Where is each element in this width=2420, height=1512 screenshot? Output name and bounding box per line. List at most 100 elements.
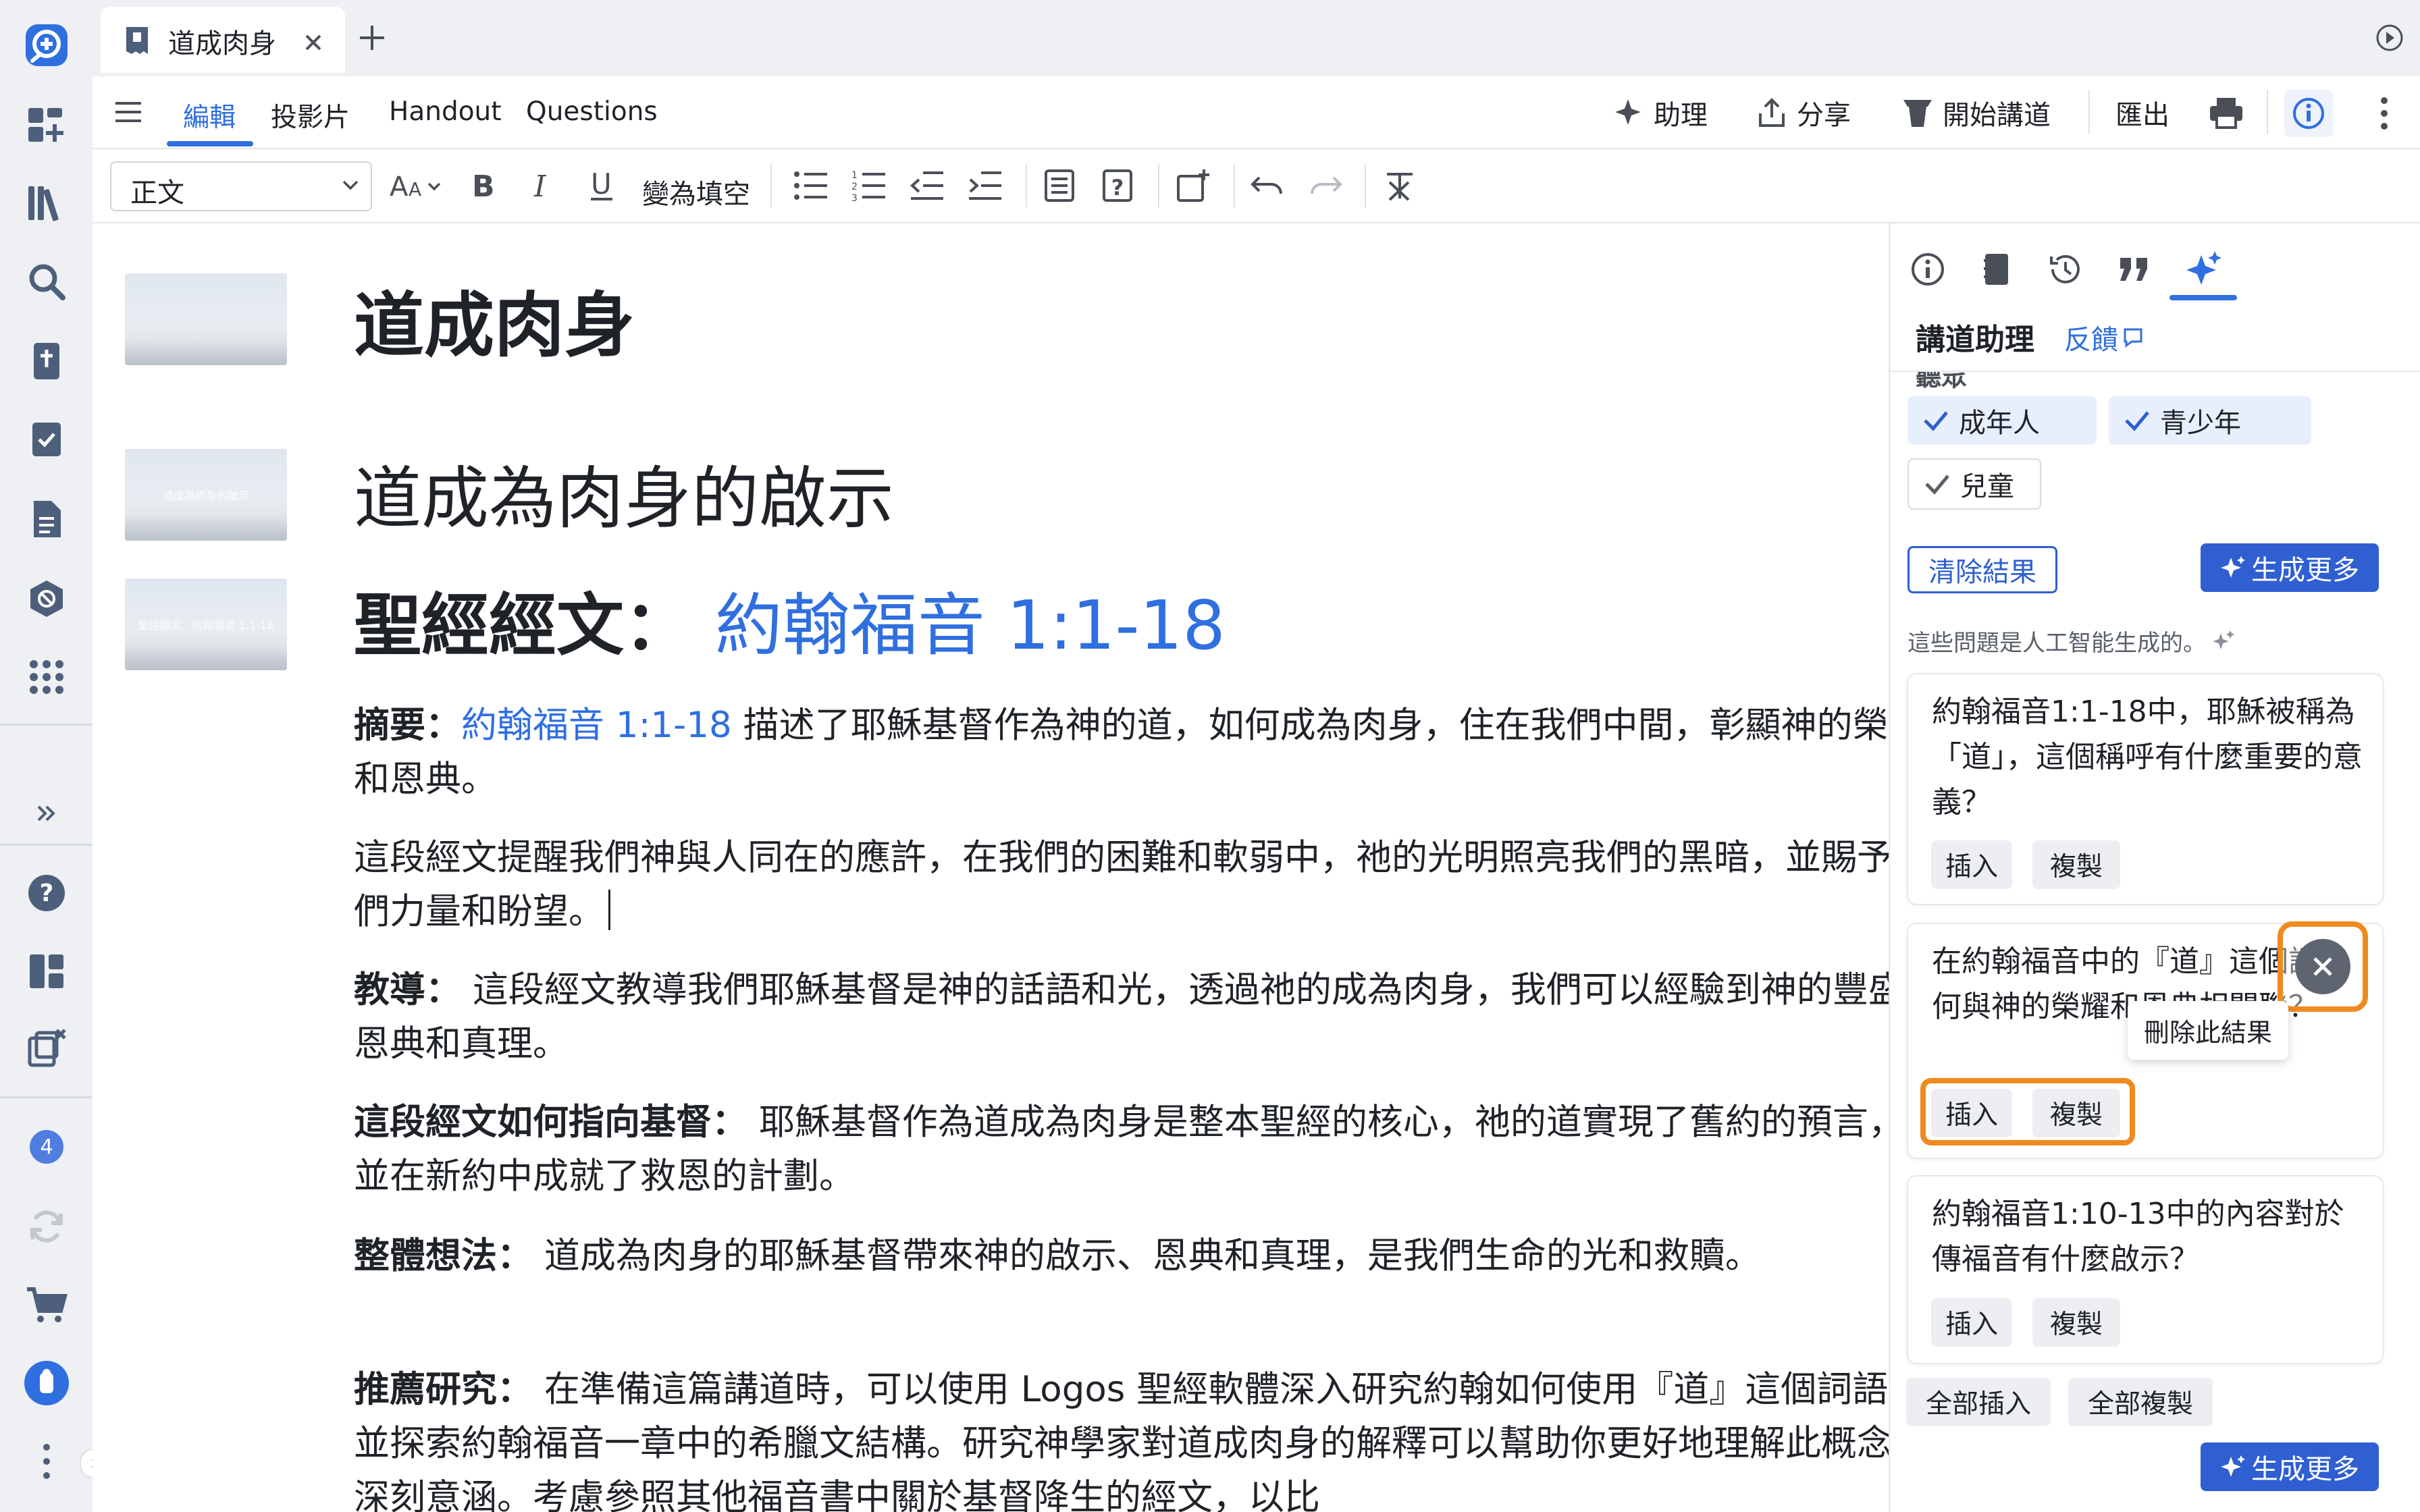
svg-text:3: 3 bbox=[851, 193, 858, 201]
paragraph-style-select[interactable]: 正文 bbox=[110, 161, 372, 211]
bible-icon[interactable] bbox=[23, 338, 70, 385]
sermon-title[interactable]: 道成肉身 bbox=[354, 281, 1889, 369]
info-toggle-button[interactable] bbox=[2284, 90, 2333, 137]
generate-more-button-bottom[interactable]: 生成更多 bbox=[2201, 1442, 2379, 1491]
insert-question-button[interactable]: ? bbox=[1097, 165, 1138, 206]
delete-result-button[interactable] bbox=[2295, 939, 2350, 994]
feedback-link[interactable]: 反饋 bbox=[2064, 318, 2144, 357]
add-slide-icon bbox=[1177, 169, 1209, 202]
close-panels-icon[interactable] bbox=[23, 1025, 70, 1072]
question-text[interactable]: 約翰福音1:10-13中的內容對於傳福音有什麼啟示？ bbox=[1932, 1191, 2364, 1282]
apps-grid-icon[interactable] bbox=[23, 653, 70, 701]
copy-all-button[interactable]: 全部複製 bbox=[2068, 1378, 2213, 1426]
audience-chip-children[interactable]: 兒童 bbox=[1908, 458, 2041, 510]
info-icon bbox=[2293, 98, 2324, 129]
clear-formatting-button[interactable] bbox=[1379, 165, 1420, 206]
insert-block-button[interactable] bbox=[1039, 165, 1080, 206]
svg-text:1: 1 bbox=[851, 170, 858, 181]
document-tab[interactable]: 道成肉身 bbox=[101, 7, 345, 73]
insert-slide-button[interactable] bbox=[1173, 165, 1213, 206]
copy-button[interactable]: 複製 bbox=[2032, 840, 2120, 889]
panel-tab-notebook[interactable] bbox=[1970, 242, 2024, 296]
clear-results-button[interactable]: 清除結果 bbox=[1908, 546, 2057, 593]
history-icon bbox=[2050, 254, 2080, 284]
underline-button[interactable]: U bbox=[581, 165, 622, 206]
atlas-icon[interactable] bbox=[23, 575, 70, 622]
redo-button[interactable] bbox=[1305, 165, 1346, 206]
tab-questions[interactable]: Questions bbox=[526, 97, 658, 127]
insert-button[interactable]: 插入 bbox=[1931, 1298, 2012, 1347]
insert-all-button[interactable]: 全部插入 bbox=[1906, 1378, 2051, 1426]
slide-thumbnail[interactable]: 聖經經文：約翰福音 1:1-18 bbox=[125, 578, 287, 670]
toolbar-divider bbox=[770, 164, 772, 207]
generate-more-label: 生成更多 bbox=[2251, 1454, 2359, 1485]
overall-paragraph[interactable]: 整體想法： 道成為肉身的耶穌基督帶來神的啟示、恩典和真理，是我們生命的光和救贖。 bbox=[354, 1229, 1889, 1283]
rail-divider bbox=[0, 1096, 93, 1098]
print-icon[interactable] bbox=[2209, 95, 2244, 130]
slide-thumbnail[interactable] bbox=[125, 273, 287, 365]
play-circle-icon[interactable] bbox=[2375, 23, 2404, 53]
tasks-icon[interactable] bbox=[23, 416, 70, 463]
document-editor[interactable]: 道成為肉身的啟示 聖經經文：約翰福音 1:1-18 道成肉身 道成為肉身的啟示 … bbox=[93, 223, 1889, 1512]
tab-edit[interactable]: 編輯 bbox=[183, 97, 236, 134]
indent-button[interactable] bbox=[965, 165, 1005, 206]
tab-handout[interactable]: Handout bbox=[389, 97, 502, 127]
library-icon[interactable] bbox=[23, 180, 70, 227]
start-preaching-button[interactable]: 開始講道 bbox=[1902, 92, 2051, 133]
panel-tab-info[interactable] bbox=[1901, 242, 1955, 296]
hamburger-menu-icon[interactable] bbox=[113, 97, 144, 128]
summary-paragraph[interactable]: 摘要：約翰福音 1:1-18 描述了耶穌基督作為神的道，如何成為肉身，住在我們中… bbox=[354, 699, 1889, 807]
audience-chip-youth[interactable]: 青少年 bbox=[2109, 396, 2311, 445]
logos-logo-icon[interactable] bbox=[23, 22, 70, 69]
export-button[interactable]: 匯出 bbox=[2115, 92, 2169, 133]
panel-tab-history[interactable] bbox=[2038, 242, 2093, 296]
search-icon[interactable] bbox=[23, 258, 70, 305]
insert-button[interactable]: 插入 bbox=[1931, 840, 2012, 889]
question-text[interactable]: 約翰福音1:1-18中，耶穌被稱為「道」，這個稱呼有什麼重要的意義？ bbox=[1932, 689, 2364, 825]
more-options-icon[interactable] bbox=[2377, 95, 2391, 132]
slide-heading[interactable]: 道成為肉身的啟示 bbox=[354, 457, 1889, 541]
numbered-list-button[interactable]: 123 bbox=[849, 165, 889, 206]
numbered-list-icon: 123 bbox=[851, 170, 885, 201]
audience-chip-adults[interactable]: 成年人 bbox=[1908, 396, 2097, 445]
summary-scripture-link[interactable]: 約翰福音 1:1-18 bbox=[461, 705, 732, 746]
insert-button[interactable]: 插入 bbox=[1931, 1089, 2012, 1137]
close-tab-icon[interactable] bbox=[303, 32, 323, 53]
more-vertical-icon[interactable] bbox=[23, 1438, 70, 1485]
layout-icon[interactable] bbox=[23, 948, 70, 995]
cart-icon[interactable] bbox=[23, 1281, 70, 1328]
scripture-link[interactable]: 約翰福音 1:1-18 bbox=[715, 586, 1226, 665]
generate-more-button[interactable]: 生成更多 bbox=[2201, 543, 2379, 592]
font-size-button[interactable]: AA bbox=[388, 165, 449, 206]
slide-thumbnail-caption: 聖經經文：約翰福音 1:1-18 bbox=[138, 619, 274, 632]
panel-tab-quotes[interactable] bbox=[2107, 242, 2161, 296]
assistant-button[interactable]: 助理 bbox=[1612, 92, 1708, 133]
teaching-paragraph[interactable]: 教導： 這段經文教導我們耶穌基督是神的話語和光，透過祂的成為肉身，我們可以經驗到… bbox=[354, 963, 1889, 1071]
undo-button[interactable] bbox=[1247, 165, 1288, 206]
copy-button[interactable]: 複製 bbox=[2032, 1089, 2120, 1137]
bullet-list-button[interactable] bbox=[791, 165, 831, 206]
body-paragraph[interactable]: 這段經文提醒我們神與人同在的應許，在我們的困難和軟弱中，祂的光明照亮我們的黑暗，… bbox=[354, 831, 1889, 939]
italic-button[interactable]: I bbox=[522, 165, 562, 206]
slide-thumbnail[interactable]: 道成為肉身的啟示 bbox=[125, 449, 287, 541]
new-tab-icon[interactable] bbox=[357, 23, 387, 53]
audience-chip-label: 成年人 bbox=[1959, 408, 2040, 439]
bold-button[interactable]: B bbox=[463, 165, 503, 206]
christ-paragraph[interactable]: 這段經文如何指向基督： 耶穌基督作為道成為肉身是整本聖經的核心，祂的道實現了舊約… bbox=[354, 1096, 1889, 1204]
expand-chevrons-icon[interactable] bbox=[23, 790, 70, 837]
document-icon[interactable] bbox=[23, 495, 70, 543]
research-text: 在準備這篇講道時，可以使用 Logos 聖經軟體深入研究約翰如何使用『道』這個詞… bbox=[354, 1369, 1889, 1512]
dashboard-add-icon[interactable] bbox=[23, 101, 70, 148]
scripture-heading[interactable]: 聖經經文： 約翰福音 1:1-18 bbox=[354, 584, 1889, 668]
research-paragraph[interactable]: 推薦研究： 在準備這篇講道時，可以使用 Logos 聖經軟體深入研究約翰如何使用… bbox=[354, 1363, 1889, 1512]
copy-button[interactable]: 複製 bbox=[2032, 1298, 2120, 1347]
tab-slides[interactable]: 投影片 bbox=[271, 97, 350, 134]
sync-icon[interactable] bbox=[23, 1203, 70, 1250]
share-button[interactable]: 分享 bbox=[1756, 92, 1851, 133]
panel-tab-assistant[interactable] bbox=[2169, 242, 2237, 296]
help-icon[interactable]: ? bbox=[23, 869, 70, 917]
outdent-button[interactable] bbox=[907, 165, 947, 206]
make-cloze-button[interactable]: 變為填空 bbox=[642, 172, 750, 211]
notification-badge[interactable]: 4 bbox=[23, 1123, 70, 1170]
account-avatar-icon[interactable] bbox=[23, 1359, 70, 1407]
